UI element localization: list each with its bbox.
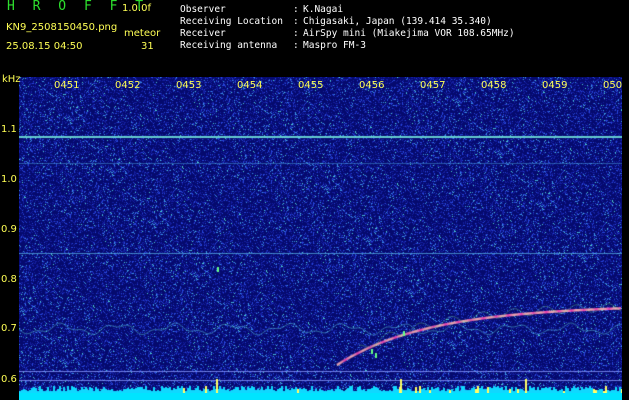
info-row-observer: Observer: K.Nagai [180,4,344,15]
spectrogram-canvas [19,77,622,393]
y-tick-label: 1.1 [1,124,17,135]
meteor-label: meteor [124,28,161,39]
hrofft-window: H R O F F T 1.0.0f KN9_2508150450.png me… [0,0,629,400]
x-tick-label: 0458 [481,80,507,91]
timestamp-label: 25.08.15 04:50 [6,41,83,52]
y-tick-label: 0.8 [1,274,17,285]
x-tick-label: 0457 [420,80,446,91]
x-tick-label: 0453 [176,80,202,91]
y-tick-label: 0.9 [1,224,17,235]
spectrogram-plot [19,77,622,393]
x-tick-label: 0459 [542,80,568,91]
filename-label: KN9_2508150450.png [6,22,118,33]
y-axis-unit-label: kHz [2,74,21,85]
right-border [622,77,629,400]
x-tick-label: 0455 [298,80,324,91]
x-tick-label: 0456 [359,80,385,91]
info-row-antenna: Receiving antenna: Maspro FM-3 [180,40,366,51]
info-row-receiver: Receiver: AirSpy mini (Miakejima VOR 108.… [180,28,515,39]
y-tick-label: 0.7 [1,323,17,334]
meteor-count: 31 [141,41,154,52]
y-tick-label: 0.6 [1,374,17,385]
x-tick-label: 0451 [54,80,80,91]
y-tick-label: 1.0 [1,174,17,185]
noise-floor-baseline [19,393,622,400]
x-tick-label: 0452 [115,80,141,91]
version-label: 1.0.0f [122,3,151,14]
x-tick-label: 0454 [237,80,263,91]
info-row-location: Receiving Location: Chigasaki, Japan (139… [180,16,492,27]
